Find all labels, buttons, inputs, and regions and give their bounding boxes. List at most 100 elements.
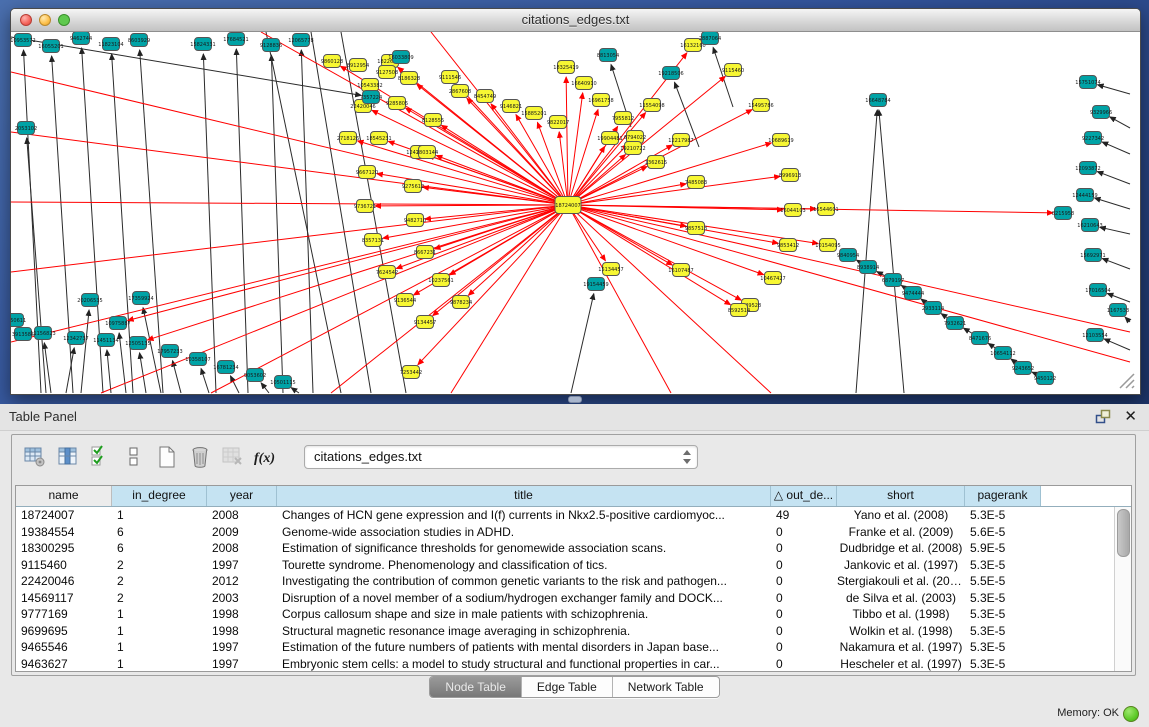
graph-edge[interactable] [1104, 339, 1130, 350]
resize-grip-icon[interactable] [1114, 368, 1136, 390]
close-panel-icon[interactable]: ✕ [1124, 407, 1137, 425]
graph-edge[interactable] [1107, 294, 1130, 302]
table-cell[interactable]: 0 [771, 656, 837, 672]
table-cell[interactable]: 9115460 [16, 557, 112, 574]
table-cell[interactable]: 5.3E-5 [965, 623, 1041, 640]
table-cell[interactable]: 5.6E-5 [965, 524, 1041, 541]
show-columns-icon[interactable] [55, 444, 81, 470]
table-row[interactable]: 1938455462009Genome-wide association stu… [16, 524, 1115, 541]
delete-table-icon[interactable] [187, 444, 213, 470]
table-row[interactable]: 977716911998Corpus callosum shape and si… [16, 606, 1115, 623]
delete-column-icon[interactable] [220, 444, 246, 470]
table-cell[interactable]: Franke et al. (2009) [837, 524, 965, 541]
table-cell[interactable]: Estimation of the future numbers of pati… [277, 639, 771, 656]
row-height-icon[interactable] [121, 444, 147, 470]
column-header-4[interactable]: △ out_de... [771, 486, 837, 506]
table-cell[interactable]: Tibbo et al. (1998) [837, 606, 965, 623]
table-cell[interactable]: Yano et al. (2008) [837, 507, 965, 524]
table-cell[interactable]: 14569117 [16, 590, 112, 607]
memory-ok-indicator[interactable] [1123, 706, 1139, 722]
graph-edge[interactable] [1100, 227, 1130, 234]
table-cell[interactable]: 1998 [207, 623, 277, 640]
graph-edge[interactable] [24, 50, 41, 393]
table-options-icon[interactable] [22, 444, 48, 470]
graph-edge[interactable] [1125, 317, 1130, 322]
table-cell[interactable]: Dudbridge et al. (2008) [837, 540, 965, 557]
vertical-scrollbar[interactable] [1114, 507, 1131, 671]
table-cell[interactable]: 1997 [207, 639, 277, 656]
column-header-3[interactable]: title [277, 486, 771, 506]
graph-edge[interactable] [568, 205, 1130, 332]
table-body[interactable]: 1872400712008Changes of HCN gene express… [16, 507, 1115, 671]
network-view-window[interactable]: citations_edges.txt 18724007928580518545… [10, 8, 1141, 395]
table-cell[interactable]: 0 [771, 623, 837, 640]
table-cell[interactable]: 1 [112, 639, 207, 656]
graph-edge[interactable] [236, 49, 248, 393]
table-cell[interactable]: Investigating the contribution of common… [277, 573, 771, 590]
graph-edge[interactable] [140, 353, 146, 393]
graph-edge[interactable] [11, 202, 568, 205]
table-cell[interactable]: 1997 [207, 656, 277, 672]
table-cell[interactable]: 18724007 [16, 507, 112, 524]
graph-edge[interactable] [291, 388, 299, 393]
table-cell[interactable]: Disruption of a novel member of a sodium… [277, 590, 771, 607]
table-cell[interactable]: 2003 [207, 590, 277, 607]
table-row[interactable]: 2242004622012Investigating the contribut… [16, 573, 1115, 590]
tab-network-table[interactable]: Network Table [613, 677, 719, 697]
table-cell[interactable]: 1 [112, 606, 207, 623]
table-row[interactable]: 911546021997Tourette syndrome. Phenomeno… [16, 557, 1115, 574]
table-cell[interactable]: 5.3E-5 [965, 507, 1041, 524]
table-cell[interactable]: Stergiakouli et al. (2012) [837, 573, 965, 590]
graph-edge[interactable] [1110, 117, 1130, 128]
table-cell[interactable]: 5.9E-5 [965, 540, 1041, 557]
table-row[interactable]: 946362711997Embryonic stem cells: a mode… [16, 656, 1115, 672]
graph-edge[interactable] [201, 369, 209, 393]
graph-edge[interactable] [856, 110, 877, 393]
graph-edge[interactable] [1102, 259, 1130, 269]
table-cell[interactable]: 0 [771, 590, 837, 607]
table-cell[interactable]: 2 [112, 590, 207, 607]
table-cell[interactable]: 2012 [207, 573, 277, 590]
table-selector-dropdown[interactable]: citations_edges.txt [304, 445, 698, 469]
table-cell[interactable]: 2009 [207, 524, 277, 541]
table-cell[interactable]: Estimation of significance thresholds fo… [277, 540, 771, 557]
table-row[interactable]: 1456911722003Disruption of a novel membe… [16, 590, 1115, 607]
table-cell[interactable]: Jankovic et al. (1997) [837, 557, 965, 574]
column-header-2[interactable]: year [207, 486, 277, 506]
graph-edge[interactable] [467, 98, 568, 205]
column-header-0[interactable]: name [16, 486, 112, 506]
table-cell[interactable]: 5.3E-5 [965, 557, 1041, 574]
network-canvas[interactable]: 1872400792858051854523196671209736721835… [11, 32, 1140, 394]
graph-edge[interactable] [1098, 85, 1130, 94]
graph-edge[interactable] [128, 205, 568, 320]
window-titlebar[interactable]: citations_edges.txt [11, 9, 1140, 32]
graph-edge[interactable] [568, 93, 583, 205]
table-row[interactable]: 1872400712008Changes of HCN gene express… [16, 507, 1115, 524]
graph-edge[interactable] [173, 361, 181, 393]
graph-edge[interactable] [261, 383, 269, 393]
select-columns-icon[interactable] [88, 444, 114, 470]
table-cell[interactable]: 1997 [207, 557, 277, 574]
graph-edge[interactable] [301, 50, 313, 393]
table-cell[interactable]: 6 [112, 524, 207, 541]
table-cell[interactable]: 2008 [207, 507, 277, 524]
table-cell[interactable]: 0 [771, 639, 837, 656]
table-cell[interactable]: 5.3E-5 [965, 590, 1041, 607]
table-cell[interactable]: 2 [112, 557, 207, 574]
table-cell[interactable]: 1 [112, 623, 207, 640]
column-header-6[interactable]: pagerank [965, 486, 1041, 506]
table-cell[interactable]: Wolkin et al. (1998) [837, 623, 965, 640]
table-cell[interactable]: 0 [771, 540, 837, 557]
graph-edge[interactable] [568, 113, 646, 205]
table-cell[interactable]: 2 [112, 573, 207, 590]
table-cell[interactable]: Tourette syndrome. Phenomenology and cla… [277, 557, 771, 574]
table-row[interactable]: 969969511998Structural magnetic resonanc… [16, 623, 1115, 640]
table-cell[interactable]: 2008 [207, 540, 277, 557]
graph-edge[interactable] [1095, 198, 1130, 209]
table-cell[interactable]: 5.3E-5 [965, 656, 1041, 672]
graph-edge[interactable] [566, 77, 568, 205]
table-cell[interactable]: 0 [771, 606, 837, 623]
table-cell[interactable]: 9465546 [16, 639, 112, 656]
table-cell[interactable]: 18300295 [16, 540, 112, 557]
table-row[interactable]: 1830029562008Estimation of significance … [16, 540, 1115, 557]
